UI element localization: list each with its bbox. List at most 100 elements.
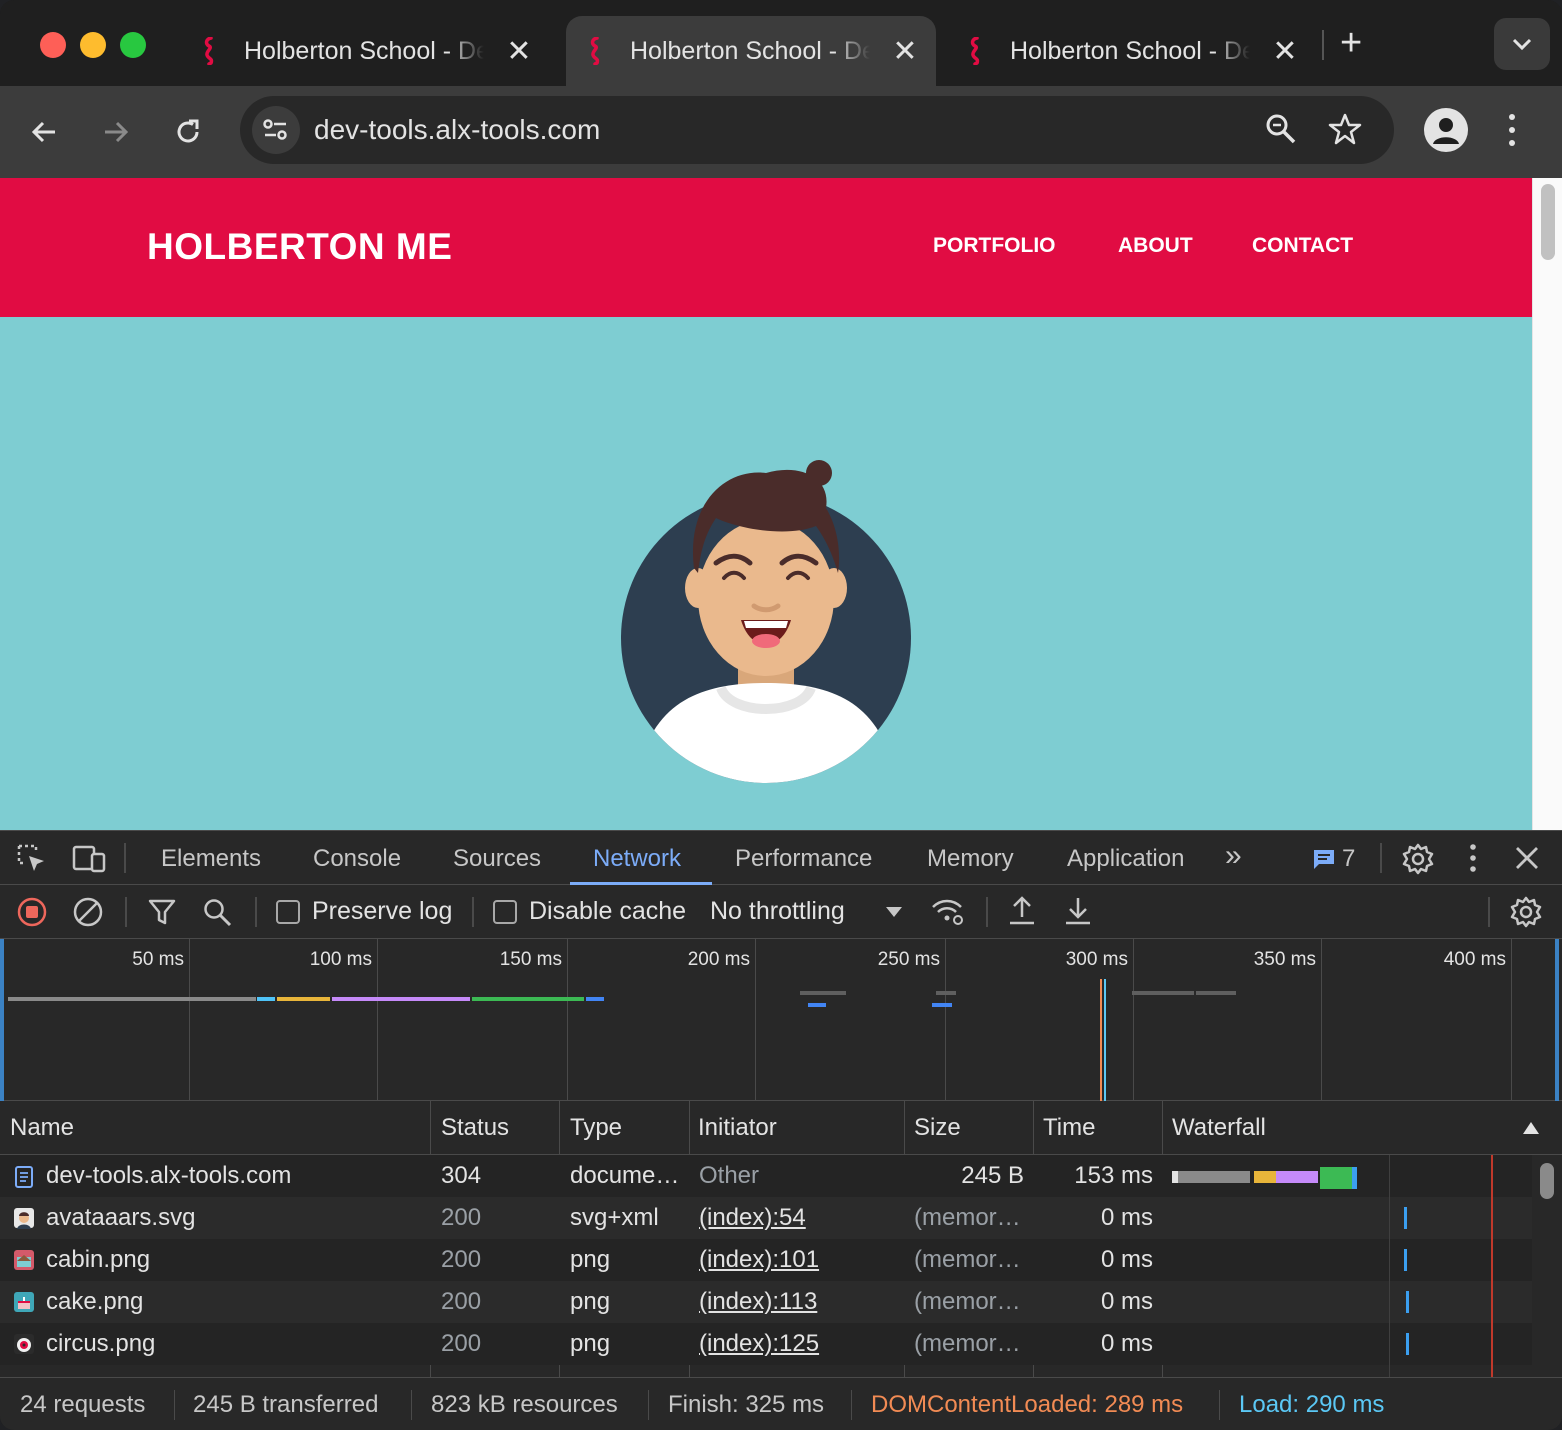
overview-bar-dns bbox=[257, 997, 275, 1001]
close-window-button[interactable] bbox=[40, 32, 66, 58]
tab-network[interactable]: Network bbox=[593, 845, 681, 873]
stop-recording-icon[interactable] bbox=[16, 896, 48, 933]
svg-thumbnail-icon bbox=[14, 1208, 34, 1229]
tab-memory[interactable]: Memory bbox=[927, 845, 1014, 873]
tab-search-button[interactable] bbox=[1494, 18, 1550, 70]
toolbar-divider bbox=[255, 897, 257, 927]
minimize-window-button[interactable] bbox=[80, 32, 106, 58]
forward-button[interactable] bbox=[96, 112, 136, 152]
overview-bar-download bbox=[472, 997, 584, 1001]
dropdown-triangle-icon[interactable] bbox=[884, 905, 904, 924]
throttling-select[interactable]: No throttling bbox=[710, 897, 845, 926]
tab-title: Holberton School - Dev Tools bbox=[630, 36, 870, 65]
more-tabs-icon[interactable]: » bbox=[1225, 839, 1242, 873]
load-event-marker bbox=[1104, 979, 1106, 1101]
request-initiator-link[interactable]: (index):54 bbox=[699, 1204, 806, 1232]
tab-application[interactable]: Application bbox=[1067, 845, 1184, 873]
inspect-element-icon[interactable] bbox=[16, 843, 48, 880]
zoom-icon[interactable] bbox=[1264, 112, 1298, 151]
request-status: 200 bbox=[441, 1330, 482, 1357]
new-tab-button[interactable]: + bbox=[1340, 22, 1362, 65]
reload-button[interactable] bbox=[168, 112, 208, 152]
column-header-waterfall[interactable]: Waterfall bbox=[1172, 1114, 1266, 1142]
page-scrollbar-thumb[interactable] bbox=[1541, 184, 1555, 260]
holberton-favicon-icon bbox=[200, 36, 220, 66]
disable-cache-checkbox[interactable] bbox=[493, 900, 517, 924]
column-header-name[interactable]: Name bbox=[10, 1114, 74, 1142]
profile-avatar-icon[interactable] bbox=[1424, 108, 1468, 152]
request-initiator-link[interactable]: (index):113 bbox=[699, 1288, 817, 1316]
devtools-settings-gear-icon[interactable] bbox=[1402, 843, 1434, 880]
close-devtools-icon[interactable] bbox=[1514, 845, 1540, 876]
bookmark-star-icon[interactable] bbox=[1328, 112, 1362, 151]
disable-cache-label: Disable cache bbox=[529, 897, 687, 925]
devtools-menu-icon[interactable] bbox=[1467, 843, 1479, 878]
network-conditions-icon[interactable] bbox=[930, 896, 966, 933]
nav-link-about[interactable]: ABOUT bbox=[1118, 234, 1193, 258]
request-type: docume… bbox=[570, 1162, 680, 1189]
overview-bar-resource bbox=[800, 991, 846, 995]
back-button[interactable] bbox=[24, 112, 64, 152]
table-row[interactable]: cake.png 200 png (index):113 (memor… 0 m… bbox=[0, 1281, 1532, 1323]
summary-requests: 24 requests bbox=[20, 1391, 146, 1418]
overview-right-handle[interactable] bbox=[1555, 939, 1559, 1101]
search-icon[interactable] bbox=[202, 897, 232, 932]
tab-performance[interactable]: Performance bbox=[735, 845, 872, 873]
request-time: 0 ms bbox=[1100, 1288, 1153, 1315]
overview-gridline bbox=[377, 939, 378, 1101]
column-header-size[interactable]: Size bbox=[914, 1114, 961, 1142]
request-status: 200 bbox=[441, 1204, 482, 1231]
device-toolbar-icon[interactable] bbox=[72, 844, 106, 879]
issues-counter[interactable]: 7 bbox=[1312, 845, 1355, 873]
sort-ascending-icon[interactable] bbox=[1522, 1121, 1540, 1140]
browser-tab-active[interactable]: Holberton School - Dev Tools ✕ bbox=[566, 16, 936, 86]
filter-icon[interactable] bbox=[148, 898, 176, 931]
preserve-log-checkbox[interactable] bbox=[276, 900, 300, 924]
column-header-type[interactable]: Type bbox=[570, 1114, 622, 1142]
table-row[interactable]: dev-tools.alx-tools.com 304 docume… Othe… bbox=[0, 1155, 1532, 1197]
summary-divider bbox=[174, 1390, 175, 1420]
network-overview-timeline[interactable]: 50 ms 100 ms 150 ms 200 ms 250 ms 300 ms… bbox=[0, 939, 1562, 1101]
overview-tick-label: 300 ms bbox=[1065, 949, 1128, 970]
import-har-upload-icon[interactable] bbox=[1008, 895, 1036, 932]
overview-left-handle[interactable] bbox=[0, 939, 4, 1101]
tab-title: Holberton School - Dev Tools bbox=[244, 36, 484, 65]
request-initiator-link[interactable]: (index):125 bbox=[699, 1330, 819, 1358]
column-header-initiator[interactable]: Initiator bbox=[698, 1114, 777, 1142]
reload-icon bbox=[177, 119, 199, 143]
export-har-download-icon[interactable] bbox=[1064, 895, 1092, 932]
table-row[interactable]: cabin.png 200 png (index):101 (memor… 0 … bbox=[0, 1239, 1532, 1281]
table-row[interactable]: circus.png 200 png (index):125 (memor… 0… bbox=[0, 1323, 1532, 1365]
site-settings-icon[interactable] bbox=[252, 106, 300, 154]
tab-console[interactable]: Console bbox=[313, 845, 401, 873]
requests-scrollbar-thumb[interactable] bbox=[1540, 1163, 1554, 1199]
tab-elements[interactable]: Elements bbox=[161, 845, 261, 873]
close-tab-icon[interactable]: ✕ bbox=[1270, 34, 1300, 69]
summary-divider bbox=[1219, 1390, 1220, 1420]
close-tab-icon[interactable]: ✕ bbox=[504, 34, 534, 69]
nav-link-portfolio[interactable]: PORTFOLIO bbox=[933, 234, 1056, 258]
table-row[interactable]: avataaars.svg 200 svg+xml (index):54 (me… bbox=[0, 1197, 1532, 1239]
tab-sources[interactable]: Sources bbox=[453, 845, 541, 873]
nav-link-contact[interactable]: CONTACT bbox=[1252, 234, 1353, 258]
avatar-image bbox=[621, 460, 911, 783]
address-bar[interactable]: dev-tools.alx-tools.com bbox=[240, 96, 1394, 164]
request-name: dev-tools.alx-tools.com bbox=[46, 1162, 292, 1189]
column-header-status[interactable]: Status bbox=[441, 1114, 509, 1142]
maximize-window-button[interactable] bbox=[120, 32, 146, 58]
browser-tab[interactable]: Holberton School - Dev Tools ✕ bbox=[966, 16, 1300, 86]
browser-tab[interactable]: Holberton School - Dev Tools ✕ bbox=[200, 16, 534, 86]
waterfall-bar bbox=[1404, 1207, 1407, 1229]
request-name: circus.png bbox=[46, 1330, 156, 1357]
browser-menu-icon[interactable] bbox=[1506, 112, 1518, 153]
overview-gridline bbox=[1133, 939, 1134, 1101]
page-scrollbar[interactable] bbox=[1532, 178, 1562, 830]
request-initiator-link[interactable]: (index):101 bbox=[699, 1246, 819, 1274]
request-size: (memor… bbox=[914, 1246, 1021, 1273]
site-brand[interactable]: HOLBERTON ME bbox=[147, 226, 452, 268]
column-header-time[interactable]: Time bbox=[1043, 1114, 1095, 1142]
network-settings-gear-icon[interactable] bbox=[1510, 896, 1542, 933]
requests-scrollbar[interactable] bbox=[1532, 1155, 1562, 1377]
clear-log-icon[interactable] bbox=[72, 896, 104, 933]
close-tab-icon[interactable]: ✕ bbox=[890, 34, 920, 69]
